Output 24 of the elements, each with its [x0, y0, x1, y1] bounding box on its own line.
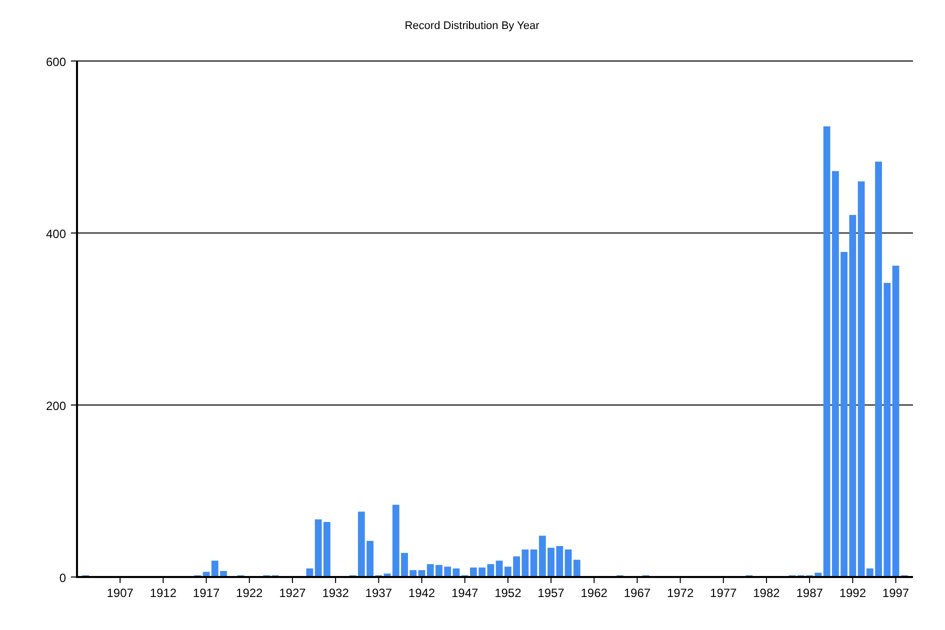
- x-tick-label: 1997: [882, 586, 910, 600]
- y-tick-label: 600: [46, 55, 66, 69]
- x-tick-label: 1962: [580, 586, 608, 600]
- x-tick-label: 1912: [150, 586, 177, 600]
- x-tick-label: 1972: [666, 586, 694, 600]
- x-tick-label: 1952: [494, 586, 522, 600]
- x-tick-label: 1927: [279, 586, 306, 600]
- y-tick-label: 400: [46, 227, 66, 241]
- x-tick-label: 1982: [753, 586, 780, 600]
- x-tick-label: 1967: [624, 586, 651, 600]
- x-tick-label: 1977: [710, 586, 737, 600]
- x-tick-label: 1957: [538, 586, 564, 600]
- x-tick-label: 1917: [192, 586, 220, 600]
- x-tick-label: 1987: [796, 586, 823, 600]
- x-tick-label: 1932: [322, 586, 349, 600]
- y-tick-label: 200: [46, 399, 66, 413]
- y-tick-label: 0: [59, 571, 66, 585]
- x-tick-label: 1992: [839, 586, 866, 600]
- x-tick-label: 1937: [365, 586, 392, 600]
- x-tick-label: 1947: [451, 586, 478, 600]
- x-tick-label: 1922: [236, 586, 263, 600]
- x-tick-label: 1907: [106, 586, 134, 600]
- x-tick-label: 1942: [408, 586, 436, 600]
- chart-title: Record Distribution By Year: [404, 20, 540, 32]
